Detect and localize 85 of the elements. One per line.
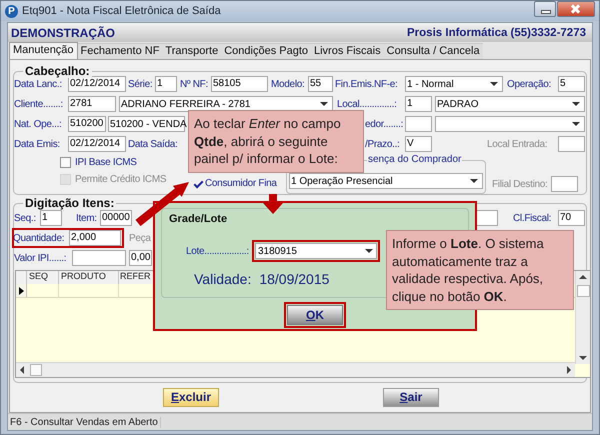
tab[interactable]: Manutenção (9, 42, 78, 59)
vertical-scrollbar[interactable] (575, 271, 590, 364)
group-title: Grade/Lote (169, 213, 228, 225)
field-label: Modelo: (271, 78, 306, 90)
field-label: Lote.................: (186, 246, 250, 256)
input-field[interactable]: 510200 (68, 116, 106, 132)
input-field[interactable] (558, 136, 585, 152)
input-field[interactable]: 5 (558, 76, 585, 92)
dropdown[interactable]: 3180915 (255, 243, 377, 259)
callout-note: Informe o Lote. O sistema automaticamente traz a validade respectiva. Após, clique no botão OK. (386, 230, 574, 310)
status-text: F6 - Consultar Vendas em Aberto (8, 416, 161, 428)
minimize-button[interactable] (534, 1, 556, 17)
field-label: Peça (129, 232, 151, 244)
tab[interactable]: Livros Fiscais (311, 43, 384, 59)
field-label: Data Saída: (128, 138, 179, 150)
field-label: /Prazo..: (365, 138, 401, 150)
input-field[interactable]: 00000 (100, 210, 132, 226)
field-label: Cliente.......: (14, 98, 64, 110)
field-label: Local Entrada: (487, 138, 548, 150)
input-field[interactable] (405, 116, 432, 132)
action-button[interactable]: Excluir (163, 388, 219, 406)
tab[interactable]: Fechamento NF (78, 43, 162, 59)
input-field[interactable]: 1 (405, 96, 432, 112)
dropdown[interactable]: 1 Operação Presencial (289, 173, 483, 189)
contact-info: Prosis Informática (55)3332-7273 (407, 26, 586, 38)
field-label: Série: (128, 78, 154, 90)
input-field[interactable]: 2,000 (69, 230, 121, 246)
tab[interactable]: Condições Pagto (221, 43, 311, 59)
field-label: Local..............: (337, 98, 398, 110)
window-title: Etq901 - Nota Fiscal Eletrônica de Saída (22, 5, 222, 17)
field-label: Data Emis: (14, 138, 61, 150)
input-field[interactable]: V (405, 136, 432, 152)
ok-button[interactable]: OK (287, 305, 343, 325)
caret-icon (572, 122, 580, 126)
date-value: 18/09/2015 (259, 271, 330, 287)
input-field[interactable]: 02/12/2014 (68, 136, 126, 152)
group-title: Cabeçalho: (23, 64, 92, 78)
checkbox-label: Consumidor Fina (205, 178, 277, 188)
field-label: Nat. Ope...: (14, 118, 63, 130)
dropdown[interactable] (435, 116, 585, 132)
field-label: Validade: (194, 271, 252, 287)
column-header[interactable]: SEQ (27, 271, 59, 284)
caret-icon (470, 179, 478, 183)
input-field[interactable]: 70 (558, 210, 585, 226)
checkbox[interactable] (60, 157, 71, 168)
caret-icon (490, 82, 498, 86)
field-label: Seq.: (14, 212, 37, 224)
field-label: Nº NF: (180, 78, 209, 90)
field-label: Data Lanc.: (14, 78, 63, 90)
input-field[interactable]: 2781 (68, 96, 116, 112)
group-title: Digitação Itens: (23, 196, 116, 210)
tab[interactable]: Transporte (162, 43, 222, 59)
field-label: Filial Destino: (492, 178, 548, 190)
field-label: Fin.Emis.NF-e: (335, 78, 398, 90)
caret-icon (365, 249, 373, 253)
checkbox-label: Permite Crédito ICMS (75, 174, 166, 185)
close-button[interactable] (557, 1, 595, 17)
horizontal-scrollbar[interactable] (16, 362, 575, 377)
caret-icon (320, 102, 328, 106)
input-field[interactable]: 1 (40, 210, 62, 226)
field-label: Item: (76, 212, 98, 224)
field-label: Operação: (507, 78, 552, 90)
app-logo-icon: P (5, 4, 18, 18)
input-field[interactable]: 0,00 (129, 250, 152, 266)
dropdown[interactable]: ADRIANO FERREIRA - 2781 (119, 96, 333, 112)
column-header[interactable]: PRODUTO (59, 271, 119, 284)
input-field[interactable]: 55 (308, 76, 333, 92)
input-field[interactable] (72, 250, 126, 266)
input-field[interactable]: 02/12/2014 (68, 76, 126, 92)
checkbox-label: IPI Base ICMS (75, 157, 137, 168)
dropdown[interactable]: 510200 - VENDA (108, 116, 185, 132)
group-title: sença do Comprador (367, 154, 462, 165)
field-label: Cl.Fiscal: (513, 212, 552, 224)
input-field[interactable]: 58105 (211, 76, 268, 92)
field-label: Valor IPI......: (14, 252, 68, 264)
dropdown[interactable]: PADRAO (435, 96, 585, 112)
action-button[interactable]: Sair (383, 388, 439, 406)
caret-icon (572, 102, 580, 106)
input-field[interactable] (550, 176, 578, 192)
dropdown[interactable]: 1 - Normal (405, 76, 503, 92)
company-name: DEMONSTRAÇÃO (11, 26, 115, 40)
tab[interactable]: Consulta / Cancela (384, 43, 483, 59)
field-label: edor.......: (365, 118, 404, 130)
input-field[interactable]: 1 (155, 76, 177, 92)
callout-note: Ao teclar Enter no campo Qtde, abrirá o seguinte painel p/ informar o Lote: (188, 110, 364, 173)
